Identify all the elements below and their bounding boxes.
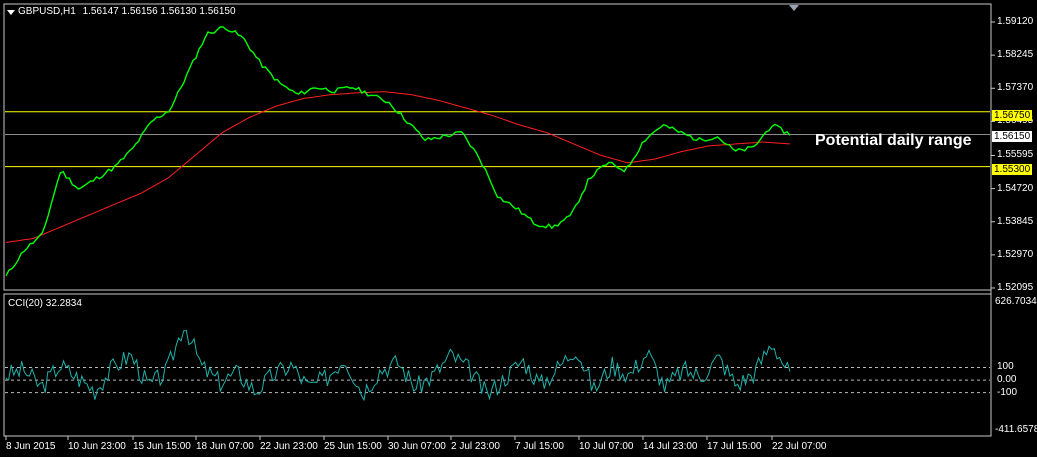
time-tick-label: 10 Jun 23:00: [68, 441, 126, 452]
price-tick-label: 1.57370: [997, 82, 1034, 94]
chart-header: GBPUSD,H1 1.56147 1.56156 1.56130 1.5615…: [18, 6, 236, 17]
price-tick-label: 1.59120: [997, 16, 1034, 27]
shift-marker-icon[interactable]: [789, 5, 799, 11]
current-price-tag: 1.56150: [992, 131, 1033, 142]
price-tick-label: 1.54720: [997, 182, 1034, 194]
time-tick-label: 7 Jul 15:00: [515, 441, 564, 452]
cci-line: [5, 329, 791, 402]
cci-max-label: 626.7034: [995, 296, 1037, 307]
time-tick-label: 22 Jun 23:00: [260, 441, 318, 452]
ohlc-values: 1.56147 1.56156 1.56130 1.56150: [82, 6, 236, 17]
cci-min-label: -411.6578: [995, 424, 1037, 435]
cci-label: CCI(20) 32.2834: [8, 298, 82, 309]
lower-range-tag: 1.55300: [992, 164, 1033, 175]
time-tick-label: 2 Jul 23:00: [451, 441, 500, 452]
price-tick-label: 1.52095: [997, 282, 1034, 293]
upper-range-tag: 1.56750: [992, 110, 1033, 121]
cci-level-label: 0.00: [997, 374, 1017, 386]
time-tick-label: 8 Jun 2015: [6, 441, 56, 452]
time-tick-label: 18 Jun 07:00: [196, 441, 254, 452]
time-tick-label: 14 Jul 23:00: [643, 441, 698, 452]
cci-level-label: -100: [997, 386, 1018, 398]
symbol-label: GBPUSD,H1: [18, 6, 76, 17]
cci-panel-frame: [3, 293, 992, 437]
time-tick-label: 17 Jul 15:00: [707, 441, 762, 452]
cci-level-label: 100: [997, 361, 1014, 373]
price-tick-label: 1.53845: [997, 215, 1034, 227]
price-tick-label: 1.58245: [997, 49, 1034, 61]
time-tick-label: 15 Jun 15:00: [133, 441, 191, 452]
time-tick-label: 10 Jul 07:00: [579, 441, 634, 452]
price-tick-label: 1.52970: [997, 248, 1034, 260]
time-tick-label: 25 Jun 15:00: [324, 441, 382, 452]
price-line: [5, 26, 791, 277]
price-tick-label: 1.55595: [997, 149, 1034, 161]
range-annotation: Potential daily range: [815, 132, 972, 149]
time-tick-label: 30 Jun 07:00: [388, 441, 446, 452]
chart-menu-icon[interactable]: [7, 10, 15, 15]
chart-canvas[interactable]: [0, 0, 1037, 457]
time-tick-label: 22 Jul 07:00: [772, 441, 827, 452]
